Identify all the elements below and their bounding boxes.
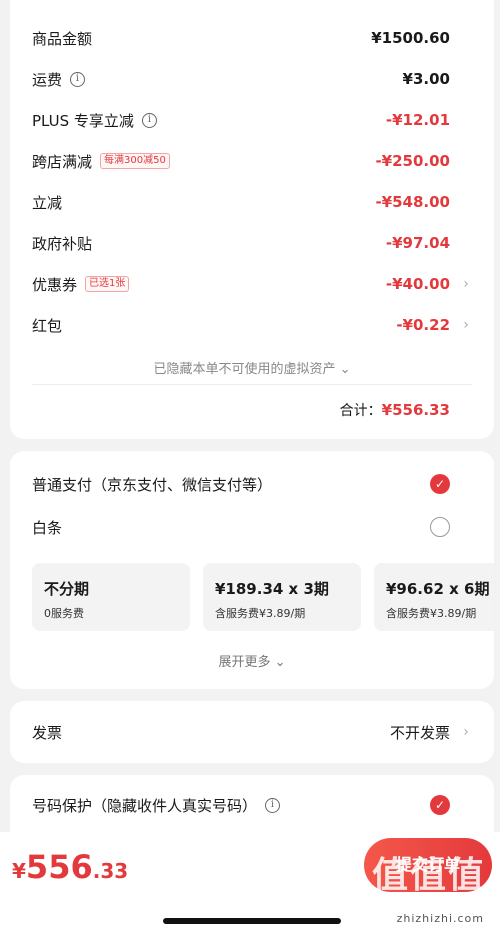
row-government-subsidy: 政府补贴 -¥97.04 bbox=[32, 228, 472, 258]
watermark-text: zhizhizhi.com bbox=[396, 912, 484, 925]
number-protection-row[interactable]: 号码保护（隐藏收件人真实号码） i ✓ bbox=[32, 790, 472, 820]
row-instant-discount: 立减 -¥548.00 bbox=[32, 187, 472, 217]
hidden-assets-toggle[interactable]: 已隐藏本单不可使用的虚拟资产 ⌄ bbox=[10, 358, 494, 377]
checked-icon[interactable]: ✓ bbox=[430, 474, 450, 494]
home-indicator[interactable] bbox=[163, 918, 341, 924]
red-packet-label: 红包 bbox=[32, 316, 63, 335]
cross-store-discount-value: -¥250.00 bbox=[375, 152, 450, 170]
row-goods-amount: 商品金额 ¥1500.60 bbox=[32, 23, 472, 53]
currency-symbol: ¥ bbox=[12, 859, 26, 883]
row-coupon[interactable]: 优惠券 已选1张 -¥40.00 › bbox=[32, 269, 472, 299]
invoice-row[interactable]: 发票 不开发票 › bbox=[32, 717, 472, 747]
government-subsidy-label: 政府补贴 bbox=[32, 234, 93, 253]
unchecked-radio-icon[interactable] bbox=[430, 517, 450, 537]
checked-icon[interactable]: ✓ bbox=[430, 795, 450, 815]
cross-store-discount-tag: 每满300减50 bbox=[100, 153, 170, 169]
info-icon[interactable]: i bbox=[265, 797, 281, 813]
invoice-card[interactable]: 发票 不开发票 › bbox=[10, 701, 494, 763]
plan-option[interactable]: 不分期 0服务费 bbox=[32, 563, 190, 631]
plan-sub: 0服务费 bbox=[44, 607, 84, 620]
payment-option-baitiao[interactable]: 白条 bbox=[32, 512, 472, 542]
chevron-right-icon[interactable]: › bbox=[460, 724, 472, 740]
number-protection-label: 号码保护（隐藏收件人真实号码） bbox=[32, 796, 258, 815]
plan-sub: 含服务费¥3.89/期 bbox=[215, 607, 306, 620]
info-icon[interactable]: i bbox=[70, 71, 86, 87]
coupon-tag: 已选1张 bbox=[85, 276, 130, 292]
coupon-label: 优惠券 bbox=[32, 275, 78, 294]
plan-main: 不分期 bbox=[44, 580, 90, 598]
amount-decimal: .33 bbox=[92, 859, 129, 883]
plus-discount-label: PLUS 专享立减 bbox=[32, 111, 134, 130]
shipping-value: ¥3.00 bbox=[402, 70, 450, 88]
pay-amount: ¥556.33 bbox=[12, 848, 128, 886]
coupon-value: -¥40.00 bbox=[385, 275, 450, 293]
invoice-label: 发票 bbox=[32, 723, 63, 742]
order-total: 合计：¥556.33 bbox=[340, 400, 450, 420]
payment-method-card: 普通支付（京东支付、微信支付等） ✓ 白条 不分期 0服务费 ¥189.34 x… bbox=[10, 451, 494, 689]
row-red-packet[interactable]: 红包 -¥0.22 › bbox=[32, 310, 472, 340]
row-shipping: 运费 i ¥3.00 bbox=[32, 64, 472, 94]
instant-discount-value: -¥548.00 bbox=[375, 193, 450, 211]
plan-main: ¥96.62 x 6期 bbox=[386, 580, 490, 598]
plan-option[interactable]: ¥96.62 x 6期 含服务费¥3.89/期 bbox=[374, 563, 494, 631]
cross-store-discount-label: 跨店满减 bbox=[32, 152, 93, 171]
chevron-right-icon[interactable]: › bbox=[460, 276, 472, 292]
payment-option-normal[interactable]: 普通支付（京东支付、微信支付等） ✓ bbox=[32, 469, 472, 499]
price-summary-card: 商品金额 ¥1500.60 运费 i ¥3.00 PLUS 专享立减 i -¥1… bbox=[10, 0, 494, 439]
amount-integer: 556 bbox=[25, 848, 93, 886]
plus-discount-value: -¥12.01 bbox=[385, 111, 450, 129]
row-cross-store-discount: 跨店满减 每满300减50 -¥250.00 bbox=[32, 146, 472, 176]
instant-discount-label: 立减 bbox=[32, 193, 63, 212]
row-plus-discount: PLUS 专享立减 i -¥12.01 bbox=[32, 105, 472, 135]
total-label: 合计： bbox=[339, 403, 382, 419]
bottom-bar: ¥556.33 提交订单 值值值 zhizhizhi.com bbox=[0, 832, 500, 935]
goods-amount-value: ¥1500.60 bbox=[371, 29, 450, 47]
plan-main: ¥189.34 x 3期 bbox=[215, 580, 329, 598]
info-icon[interactable]: i bbox=[141, 112, 157, 128]
watermark-logo: 值值值 bbox=[371, 855, 486, 896]
installment-plans: 不分期 0服务费 ¥189.34 x 3期 含服务费¥3.89/期 ¥96.62… bbox=[32, 563, 494, 631]
total-value: ¥556.33 bbox=[381, 401, 450, 419]
invoice-value: 不开发票 bbox=[389, 723, 450, 742]
plan-option[interactable]: ¥189.34 x 3期 含服务费¥3.89/期 bbox=[203, 563, 361, 631]
normal-payment-label: 普通支付（京东支付、微信支付等） bbox=[32, 475, 273, 494]
goods-amount-label: 商品金额 bbox=[32, 29, 93, 48]
chevron-right-icon[interactable]: › bbox=[460, 317, 472, 333]
red-packet-value: -¥0.22 bbox=[396, 316, 450, 334]
shipping-label: 运费 bbox=[32, 70, 63, 89]
government-subsidy-value: -¥97.04 bbox=[385, 234, 450, 252]
divider bbox=[32, 384, 472, 385]
expand-more-button[interactable]: 展开更多 ⌄ bbox=[10, 651, 494, 670]
baitiao-label: 白条 bbox=[32, 518, 63, 537]
plan-sub: 含服务费¥3.89/期 bbox=[386, 607, 477, 620]
